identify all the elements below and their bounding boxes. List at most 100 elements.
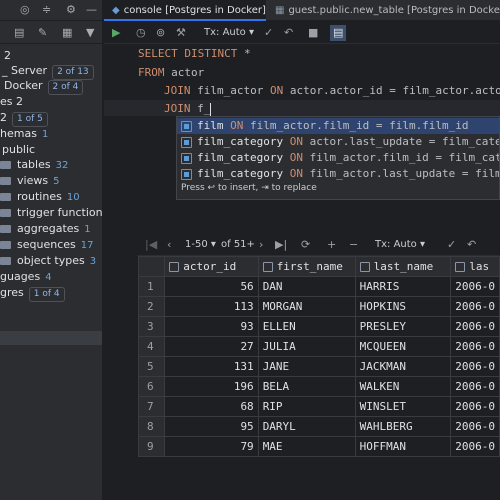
table-row[interactable]: 1 56 DAN HARRIS 2006-0 bbox=[137, 276, 500, 297]
filter-icon[interactable]: ▼ bbox=[86, 26, 94, 39]
cell-first-name[interactable]: JULIA bbox=[257, 336, 356, 357]
column-header-first-name[interactable]: first_name bbox=[257, 256, 356, 277]
cell-last-update[interactable]: 2006-0 bbox=[450, 376, 500, 397]
tree-item-languages[interactable]: guages 4 bbox=[0, 269, 52, 285]
cell-last-name[interactable]: WAHLBERG bbox=[354, 416, 452, 437]
tree-item-schemas[interactable]: hemas 1 bbox=[0, 126, 48, 142]
tree-folder-routines[interactable]: routines 10 bbox=[0, 189, 80, 205]
page-range-select[interactable]: 1-50 ▾ bbox=[185, 237, 216, 253]
cell-last-name[interactable]: WINSLET bbox=[354, 396, 452, 417]
table-view-icon[interactable]: ▤ bbox=[14, 26, 24, 39]
column-header-last-name[interactable]: last_name bbox=[354, 256, 452, 277]
cell-first-name[interactable]: MAE bbox=[257, 436, 356, 457]
table-row[interactable]: 4 27 JULIA MCQUEEN 2006-0 bbox=[137, 336, 500, 357]
cell-last-name[interactable]: HARRIS bbox=[354, 276, 452, 297]
run-icon[interactable]: ▶ bbox=[112, 25, 120, 41]
tree-folder-object-types[interactable]: object types 3 bbox=[0, 253, 96, 269]
cell-last-name[interactable]: PRESLEY bbox=[354, 316, 452, 337]
cell-last-update[interactable]: 2006-0 bbox=[450, 396, 500, 417]
cell-last-update[interactable]: 2006-0 bbox=[450, 416, 500, 437]
cell-last-update[interactable]: 2006-0 bbox=[450, 316, 500, 337]
cell-last-update[interactable]: 2006-0 bbox=[450, 296, 500, 317]
tree-folder-sequences[interactable]: sequences 17 bbox=[0, 237, 93, 253]
target-icon[interactable]: ◎ bbox=[20, 3, 30, 16]
cell-last-name[interactable]: HOFFMAN bbox=[354, 436, 452, 457]
selected-tree-row[interactable] bbox=[0, 331, 102, 345]
cell-last-name[interactable]: MCQUEEN bbox=[354, 336, 452, 357]
completion-item[interactable]: film_category ON actor.last_update = fil… bbox=[177, 134, 499, 150]
cell-actor-id[interactable]: 79 bbox=[164, 436, 259, 457]
cell-last-update[interactable]: 2006-0 bbox=[450, 276, 500, 297]
tree-item-public[interactable]: public bbox=[2, 142, 35, 158]
tree-item-server[interactable]: _ Server 2 of 13 bbox=[2, 63, 94, 80]
cell-actor-id[interactable]: 95 bbox=[164, 416, 259, 437]
cell-last-update[interactable]: 2006-0 bbox=[450, 336, 500, 357]
tree-folder-trigger-functions[interactable]: trigger functions bbox=[0, 205, 102, 221]
cell-last-update[interactable]: 2006-0 bbox=[450, 436, 500, 457]
tree-folder-views[interactable]: views 5 bbox=[0, 173, 59, 189]
table-row[interactable]: 8 95 DARYL WAHLBERG 2006-0 bbox=[137, 416, 500, 437]
column-header-actor-id[interactable]: actor_id bbox=[164, 256, 259, 277]
cell-first-name[interactable]: JANE bbox=[257, 356, 356, 377]
settings-icon[interactable]: ⚙ bbox=[66, 3, 76, 16]
refresh-icon[interactable]: ⟳ bbox=[301, 237, 310, 253]
cell-first-name[interactable]: DARYL bbox=[257, 416, 356, 437]
rollback-icon[interactable]: ↶ bbox=[467, 237, 476, 253]
tree-item-docker[interactable]: Docker 2 of 4 bbox=[4, 78, 84, 95]
prev-page-icon[interactable]: ‹ bbox=[167, 237, 171, 253]
table-row[interactable]: 9 79 MAE HOFFMAN 2006-0 bbox=[137, 436, 500, 457]
cell-actor-id[interactable]: 56 bbox=[164, 276, 259, 297]
table-row[interactable]: 2 113 MORGAN HOPKINS 2006-0 bbox=[137, 296, 500, 317]
table-row[interactable]: 6 196 BELA WALKEN 2006-0 bbox=[137, 376, 500, 397]
cell-first-name[interactable]: RIP bbox=[257, 396, 356, 417]
cell-first-name[interactable]: BELA bbox=[257, 376, 356, 397]
collapse-icon[interactable]: ≑ bbox=[42, 3, 51, 16]
stop-icon[interactable]: ■ bbox=[308, 25, 318, 41]
tree-item[interactable]: es 2 bbox=[0, 94, 23, 110]
tree-item-postgres[interactable]: gres 1 of 4 bbox=[0, 285, 65, 302]
cell-first-name[interactable]: MORGAN bbox=[257, 296, 356, 317]
minimize-icon[interactable]: — bbox=[86, 3, 97, 16]
cell-actor-id[interactable]: 196 bbox=[164, 376, 259, 397]
tree-folder-aggregates[interactable]: aggregates 1 bbox=[0, 221, 91, 237]
cell-first-name[interactable]: DAN bbox=[257, 276, 356, 297]
cell-actor-id[interactable]: 27 bbox=[164, 336, 259, 357]
table-row[interactable]: 3 93 ELLEN PRESLEY 2006-0 bbox=[137, 316, 500, 337]
cell-last-name[interactable]: JACKMAN bbox=[354, 356, 452, 377]
next-page-icon[interactable]: › bbox=[259, 237, 263, 253]
rollback-icon[interactable]: ↶ bbox=[284, 25, 293, 41]
cell-last-update[interactable]: 2006-0 bbox=[450, 356, 500, 377]
first-page-icon[interactable]: |◀ bbox=[145, 237, 157, 253]
column-header-last-update[interactable]: las bbox=[450, 256, 500, 277]
cell-actor-id[interactable]: 68 bbox=[164, 396, 259, 417]
commit-icon[interactable]: ✓ bbox=[447, 237, 456, 253]
tree-folder-tables[interactable]: tables 32 bbox=[0, 157, 68, 173]
settings-wrench-icon[interactable]: ⚒ bbox=[176, 25, 186, 41]
edit-icon[interactable]: ✎ bbox=[38, 26, 47, 39]
tab-new-table[interactable]: ▦ guest.public.new_table [Postgres in Doc… bbox=[267, 0, 500, 21]
tree-item[interactable]: 2 bbox=[4, 48, 11, 64]
last-page-icon[interactable]: ▶| bbox=[275, 237, 287, 253]
tree-item[interactable]: 21 of 5 bbox=[0, 110, 48, 127]
tab-console[interactable]: ◆ console [Postgres in Docker] bbox=[104, 0, 266, 21]
cell-last-name[interactable]: HOPKINS bbox=[354, 296, 452, 317]
table-row[interactable]: 7 68 RIP WINSLET 2006-0 bbox=[137, 396, 500, 417]
remove-row-icon[interactable]: − bbox=[349, 237, 358, 253]
cell-actor-id[interactable]: 131 bbox=[164, 356, 259, 377]
cell-actor-id[interactable]: 93 bbox=[164, 316, 259, 337]
completion-item[interactable]: film_category ON film_actor.last_update … bbox=[177, 166, 499, 182]
completion-item[interactable]: film ON film_actor.film_id = film.film_i… bbox=[177, 118, 499, 134]
tx-mode-select[interactable]: Tx: Auto ▾ bbox=[204, 25, 254, 41]
commit-icon[interactable]: ✓ bbox=[264, 25, 273, 41]
history-icon[interactable]: ◷ bbox=[136, 25, 146, 41]
results-tx-mode-select[interactable]: Tx: Auto ▾ bbox=[375, 237, 425, 253]
output-toggle-icon[interactable]: ▤ bbox=[330, 25, 347, 41]
completion-item[interactable]: film_category ON film_actor.film_id = fi… bbox=[177, 150, 499, 166]
cell-last-name[interactable]: WALKEN bbox=[354, 376, 452, 397]
add-row-icon[interactable]: + bbox=[327, 237, 336, 253]
cell-first-name[interactable]: ELLEN bbox=[257, 316, 356, 337]
explain-icon[interactable]: ⊚ bbox=[156, 25, 165, 41]
table-row[interactable]: 5 131 JANE JACKMAN 2006-0 bbox=[137, 356, 500, 377]
cell-actor-id[interactable]: 113 bbox=[164, 296, 259, 317]
console-icon[interactable]: ▦ bbox=[62, 26, 72, 39]
